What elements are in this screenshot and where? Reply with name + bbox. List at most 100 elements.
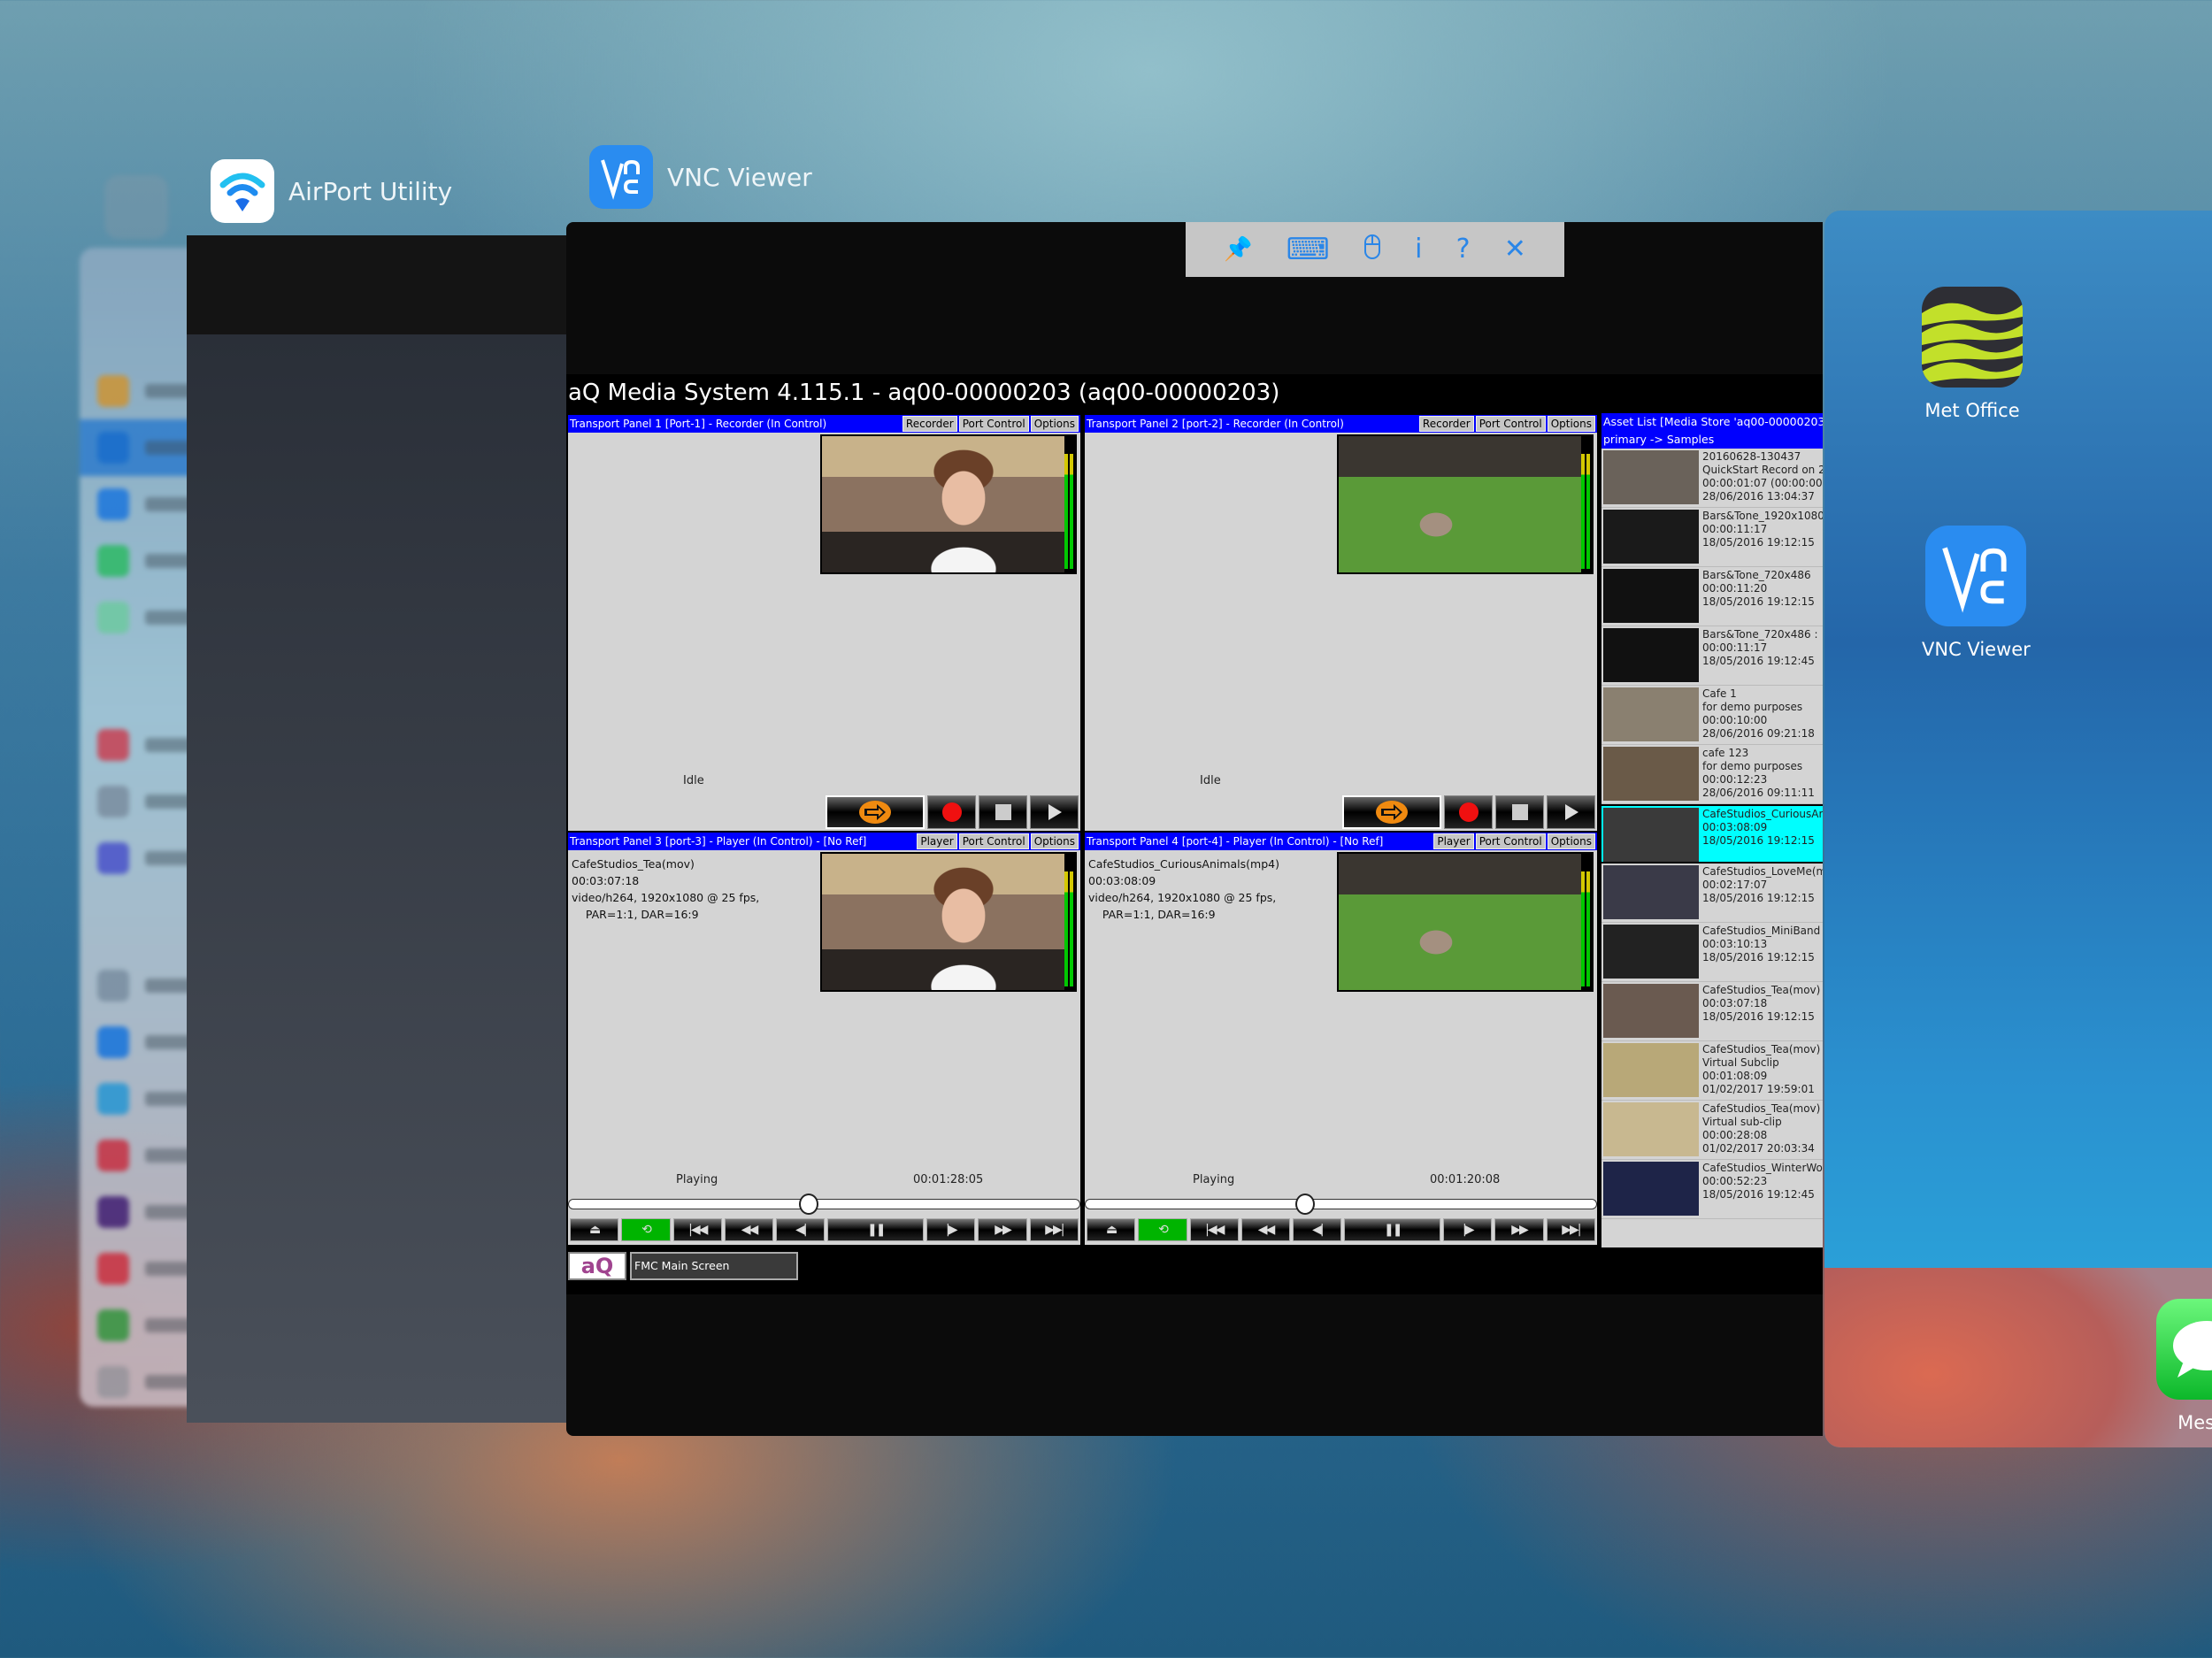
slider-knob[interactable] xyxy=(799,1194,819,1215)
stop-button[interactable] xyxy=(1495,795,1544,829)
fast-forward-button[interactable]: ▶▶ xyxy=(1494,1218,1544,1241)
app-messages[interactable]: Messa xyxy=(2156,1299,2212,1433)
asset-list-header: Asset List [Media Store 'aq00-00000203' … xyxy=(1601,413,1823,449)
info-icon[interactable]: i xyxy=(1415,236,1422,263)
app-met-office[interactable]: Met Office xyxy=(1922,287,2023,421)
asset-details: CafeStudios_MiniBand 00:03:10:13 18/05/2… xyxy=(1702,925,1821,963)
go-to-end-button[interactable]: ▶▶| xyxy=(1546,1218,1595,1241)
vnc-viewer-label: VNC Viewer xyxy=(667,162,812,192)
audio-meter xyxy=(1581,454,1590,569)
asset-list-item[interactable]: CafeStudios_CuriousAr 00:03:08:09 18/05/… xyxy=(1601,804,1823,864)
airport-utility-card-label[interactable]: AirPort Utility xyxy=(211,159,452,223)
asset-list-item[interactable]: CafeStudios_MiniBand 00:03:10:13 18/05/2… xyxy=(1601,923,1823,982)
eject-button[interactable]: ⏏ xyxy=(1087,1218,1136,1241)
asset-thumbnail xyxy=(1603,1102,1699,1156)
timecode: 00:01:20:08 xyxy=(1430,1173,1501,1186)
asset-list-item[interactable]: Bars&Tone_720x486 00:00:11:20 18/05/2016… xyxy=(1601,567,1823,626)
mouse-icon[interactable] xyxy=(1363,234,1381,265)
transport-controls: ⏏ ⟲ |◀◀ ◀◀ ◀| ❚❚ |▶ ▶▶ ▶▶| xyxy=(1085,1218,1597,1241)
play-button[interactable] xyxy=(1030,795,1079,829)
asset-details: 20160628-130437 QuickStart Record on 2 0… xyxy=(1702,450,1823,503)
close-icon[interactable]: ✕ xyxy=(1504,236,1526,263)
step-forward-button[interactable]: |▶ xyxy=(1443,1218,1493,1241)
options-button[interactable]: Options xyxy=(1030,416,1079,432)
pause-button[interactable]: ❚❚ xyxy=(1344,1218,1441,1241)
record-button[interactable] xyxy=(927,795,976,829)
video-frame xyxy=(822,854,1064,990)
asset-list-item[interactable]: CafeStudios_WinterWo 00:00:52:23 18/05/2… xyxy=(1601,1160,1823,1219)
asset-list-item[interactable]: Bars&Tone_1920x1080 00:00:11:17 18/05/20… xyxy=(1601,508,1823,567)
transport-panel-4: Transport Panel 4 [port-4] - Player (In … xyxy=(1083,831,1599,1247)
fast-forward-button[interactable]: ▶▶ xyxy=(978,1218,1027,1241)
eject-button[interactable]: ⏏ xyxy=(570,1218,619,1241)
asset-list-item[interactable]: Cafe 1 for demo purposes 00:00:10:00 28/… xyxy=(1601,686,1823,745)
recorder-controls xyxy=(826,795,1079,829)
rewind-button[interactable]: ◀◀ xyxy=(1240,1218,1291,1241)
keyboard-icon[interactable]: ⌨ xyxy=(1286,234,1330,265)
go-to-start-button[interactable]: |◀◀ xyxy=(1189,1218,1239,1241)
asset-thumbnail xyxy=(1603,510,1699,564)
options-button[interactable]: Options xyxy=(1030,833,1079,849)
audio-meter xyxy=(1581,871,1590,986)
aq-media-system: aQ Media System 4.115.1 - aq00-00000203 … xyxy=(566,374,1823,1294)
app-vnc-viewer[interactable]: VNC Viewer xyxy=(1922,526,2031,660)
video-preview xyxy=(820,852,1077,992)
loop-button[interactable]: ⟲ xyxy=(1138,1218,1187,1241)
go-arrow-button[interactable] xyxy=(826,795,925,829)
airport-utility-card[interactable] xyxy=(187,235,576,1423)
player-button[interactable]: Player xyxy=(1433,833,1474,849)
messages-label: Messa xyxy=(2177,1412,2212,1433)
pin-icon[interactable]: 📌 xyxy=(1224,238,1252,261)
asset-list-item[interactable]: CafeStudios_Tea(mov) Virtual sub-clip 00… xyxy=(1601,1101,1823,1160)
asset-list-item[interactable]: 20160628-130437 QuickStart Record on 2 0… xyxy=(1601,449,1823,508)
options-button[interactable]: Options xyxy=(1547,416,1595,432)
vnc-viewer-card[interactable]: 📌 ⌨ i ? ✕ aQ Media System 4.115.1 - aq00… xyxy=(566,222,1823,1436)
record-button[interactable] xyxy=(1444,795,1493,829)
position-slider[interactable] xyxy=(1085,1194,1597,1215)
audio-meter xyxy=(1064,871,1073,986)
go-to-start-button[interactable]: |◀◀ xyxy=(672,1218,722,1241)
asset-list-item[interactable]: CafeStudios_Tea(mov) Virtual Subclip 00:… xyxy=(1601,1041,1823,1101)
port-control-button[interactable]: Port Control xyxy=(1475,416,1546,432)
clip-format: video/h264, 1920x1080 @ 25 fps, PAR=1:1,… xyxy=(572,891,760,921)
transport-panel-1: Transport Panel 1 [Port-1] - Recorder (I… xyxy=(566,413,1082,833)
recorder-button[interactable]: Recorder xyxy=(902,416,957,432)
step-back-button[interactable]: ◀| xyxy=(776,1218,826,1241)
port-control-button[interactable]: Port Control xyxy=(958,833,1029,849)
go-arrow-button[interactable] xyxy=(1342,795,1441,829)
asset-list-item[interactable]: CafeStudios_LoveMe(m 00:02:17:07 18/05/2… xyxy=(1601,864,1823,923)
stop-button[interactable] xyxy=(979,795,1027,829)
asset-list-item[interactable]: cafe 123 for demo purposes 00:00:12:23 2… xyxy=(1601,745,1823,804)
video-frame xyxy=(1339,436,1581,572)
vnc-icon xyxy=(589,145,653,209)
loop-button[interactable]: ⟲ xyxy=(621,1218,671,1241)
video-preview xyxy=(1337,434,1594,574)
vnc-viewer-card-label[interactable]: VNC Viewer xyxy=(589,145,812,209)
play-button[interactable] xyxy=(1547,795,1595,829)
rewind-button[interactable]: ◀◀ xyxy=(724,1218,774,1241)
asset-list-item[interactable]: Bars&Tone_720x486 : 00:00:11:17 18/05/20… xyxy=(1601,626,1823,686)
screen-name-field[interactable]: FMC Main Screen xyxy=(630,1252,798,1280)
slider-knob[interactable] xyxy=(1295,1194,1316,1215)
recorder-button[interactable]: Recorder xyxy=(1418,416,1474,432)
player-button[interactable]: Player xyxy=(917,833,957,849)
step-back-button[interactable]: ◀| xyxy=(1293,1218,1342,1241)
asset-thumbnail xyxy=(1603,687,1699,741)
port-control-button[interactable]: Port Control xyxy=(958,416,1029,432)
asset-thumbnail xyxy=(1603,808,1699,862)
step-forward-button[interactable]: |▶ xyxy=(926,1218,976,1241)
asset-list-item[interactable]: CafeStudios_Tea(mov) 00:03:07:18 18/05/2… xyxy=(1601,982,1823,1041)
asset-details: Cafe 1 for demo purposes 00:00:10:00 28/… xyxy=(1702,687,1815,740)
asset-details: Bars&Tone_720x486 : 00:00:11:17 18/05/20… xyxy=(1702,628,1818,667)
port-control-button[interactable]: Port Control xyxy=(1475,833,1546,849)
options-button[interactable]: Options xyxy=(1547,833,1595,849)
transport-panel-3: Transport Panel 3 [port-3] - Player (In … xyxy=(566,831,1082,1247)
asset-list[interactable]: Asset List [Media Store 'aq00-00000203' … xyxy=(1600,413,1823,1247)
aq-logo[interactable]: aQ xyxy=(568,1252,626,1280)
go-to-end-button[interactable]: ▶▶| xyxy=(1029,1218,1079,1241)
position-slider[interactable] xyxy=(568,1194,1080,1215)
video-frame xyxy=(1339,854,1581,990)
pause-button[interactable]: ❚❚ xyxy=(827,1218,925,1241)
bottom-bar: aQ FMC Main Screen xyxy=(568,1252,798,1280)
help-icon[interactable]: ? xyxy=(1456,236,1471,263)
